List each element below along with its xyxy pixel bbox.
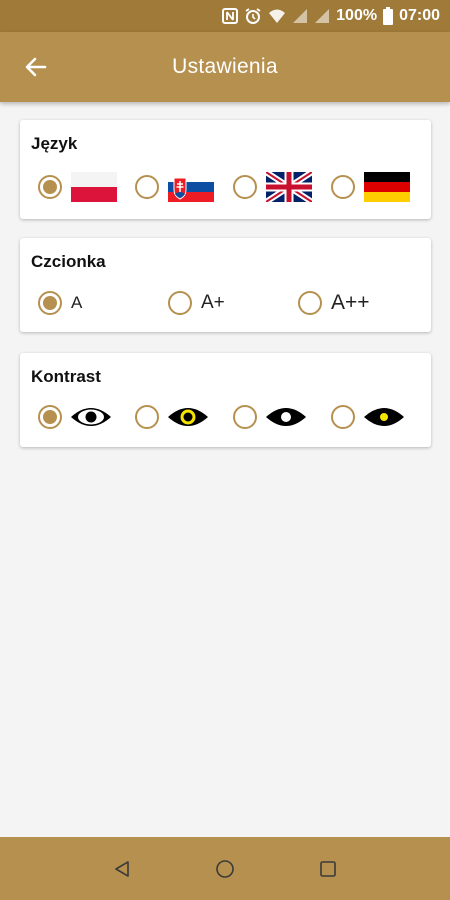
back-button[interactable] bbox=[14, 45, 58, 89]
radio-button[interactable] bbox=[38, 175, 62, 199]
radio-selected-dot bbox=[43, 410, 57, 424]
wifi-icon bbox=[268, 8, 286, 24]
radio-button[interactable] bbox=[38, 405, 62, 429]
eye-white-black-icon bbox=[71, 408, 111, 426]
font-title: Czcionka bbox=[31, 252, 106, 271]
battery-percent: 100% bbox=[336, 7, 378, 24]
language-option-pl[interactable] bbox=[38, 167, 117, 207]
radio-selected-dot bbox=[43, 180, 57, 194]
flag-uk-icon bbox=[266, 172, 312, 202]
eye-black-yellow-icon bbox=[168, 408, 208, 426]
font-option-a[interactable]: A bbox=[38, 283, 82, 323]
font-option-a-plus[interactable]: A+ bbox=[168, 283, 225, 323]
radio-button[interactable] bbox=[38, 291, 62, 315]
arrow-left-icon bbox=[25, 57, 47, 77]
nav-recents-button[interactable] bbox=[304, 845, 352, 893]
status-bar: 100% 07:00 bbox=[0, 0, 450, 32]
radio-button[interactable] bbox=[233, 405, 257, 429]
font-card: Czcionka A A+ A++ bbox=[20, 238, 431, 332]
alarm-icon bbox=[244, 7, 262, 25]
contrast-title: Kontrast bbox=[31, 367, 101, 386]
language-title: Język bbox=[31, 134, 78, 153]
eye-black-white-icon bbox=[266, 408, 306, 426]
radio-selected-dot bbox=[43, 296, 57, 310]
contrast-option-black-white[interactable] bbox=[233, 397, 307, 437]
radio-button[interactable] bbox=[135, 405, 159, 429]
font-size-label: A++ bbox=[331, 291, 370, 314]
language-option-de[interactable] bbox=[331, 167, 410, 207]
flag-poland-icon bbox=[71, 172, 117, 202]
home-circle-icon bbox=[216, 859, 234, 878]
contrast-options bbox=[20, 397, 431, 437]
font-size-label: A+ bbox=[201, 292, 225, 313]
app-bar: Ustawienia bbox=[0, 32, 450, 102]
language-options bbox=[20, 167, 431, 207]
contrast-option-yellow-dot[interactable] bbox=[331, 397, 405, 437]
battery-icon bbox=[383, 7, 394, 25]
flag-slovakia-icon bbox=[168, 172, 214, 202]
radio-button[interactable] bbox=[233, 175, 257, 199]
signal-icon bbox=[292, 8, 308, 24]
radio-button[interactable] bbox=[331, 175, 355, 199]
radio-button[interactable] bbox=[135, 175, 159, 199]
recents-square-icon bbox=[320, 860, 337, 877]
font-option-a-plus-plus[interactable]: A++ bbox=[298, 283, 370, 323]
back-triangle-icon bbox=[114, 860, 129, 877]
nav-back-button[interactable] bbox=[98, 845, 146, 893]
language-card: Język bbox=[20, 120, 431, 219]
page-title: Ustawienia bbox=[172, 55, 278, 78]
clock: 07:00 bbox=[399, 7, 440, 24]
radio-button[interactable] bbox=[168, 291, 192, 315]
flag-germany-icon bbox=[364, 172, 410, 202]
radio-button[interactable] bbox=[298, 291, 322, 315]
eye-black-yellow-dot-icon bbox=[364, 408, 404, 426]
contrast-option-standard[interactable] bbox=[38, 397, 112, 437]
font-size-label: A bbox=[71, 293, 83, 312]
system-nav-bar bbox=[0, 837, 450, 900]
font-options: A A+ A++ bbox=[20, 283, 431, 323]
radio-button[interactable] bbox=[331, 405, 355, 429]
nfc-icon bbox=[222, 8, 239, 24]
signal-icon bbox=[314, 8, 330, 24]
contrast-card: Kontrast bbox=[20, 353, 431, 447]
language-option-sk[interactable] bbox=[135, 167, 214, 207]
nav-home-button[interactable] bbox=[201, 845, 249, 893]
language-option-en[interactable] bbox=[233, 167, 312, 207]
contrast-option-black-yellow[interactable] bbox=[135, 397, 209, 437]
